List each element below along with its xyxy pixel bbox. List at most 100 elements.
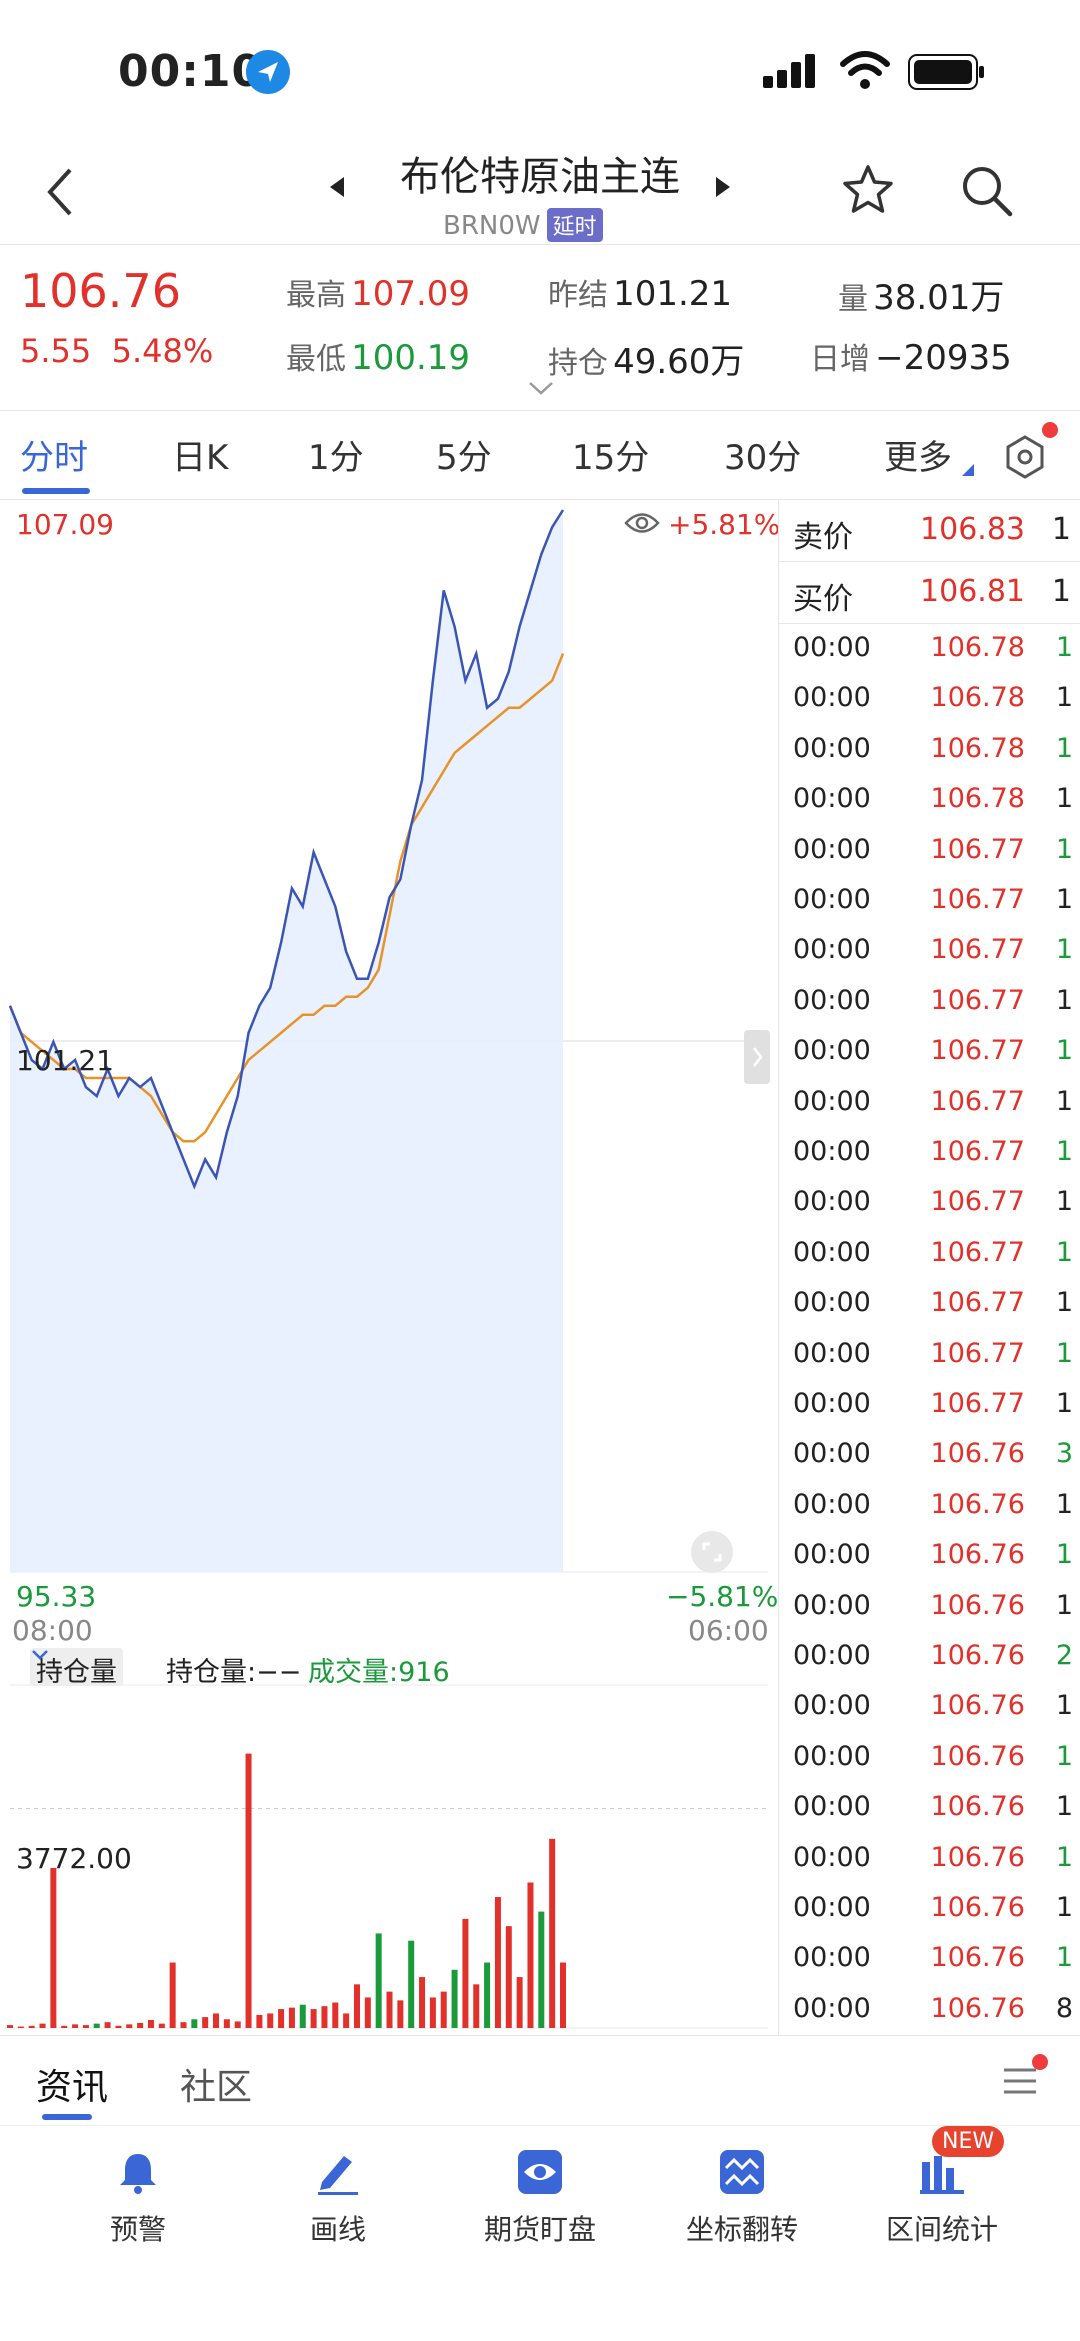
tab-daily-k[interactable]: 日K — [172, 430, 228, 479]
trade-time: 00:00 — [793, 1287, 871, 1319]
trade-row: 00:00 106.76 1 — [779, 1682, 1080, 1732]
tool-range-stats[interactable]: 区间统计 — [842, 2148, 1042, 2248]
side-panel-toggle[interactable] — [744, 1030, 770, 1084]
trade-price: 106.76 — [930, 1791, 1025, 1823]
favorite-star-icon[interactable] — [840, 162, 896, 218]
trade-volume: 8 — [1055, 1992, 1073, 2024]
tab-15min[interactable]: 15分 — [572, 430, 649, 479]
change-value: 5.55 — [20, 332, 92, 370]
volume-bar — [104, 2022, 111, 2028]
fullscreen-icon[interactable] — [690, 1530, 734, 1574]
expand-chevron-icon[interactable] — [528, 380, 554, 396]
high-label: 最高 — [286, 278, 346, 313]
time-end-label: 06:00 — [688, 1614, 769, 1647]
settings-hexagon-icon[interactable] — [1000, 432, 1050, 482]
volume-bar — [39, 2023, 46, 2028]
tool-watch[interactable]: 期货盯盘 — [440, 2148, 640, 2248]
trade-volume: 1 — [1055, 984, 1073, 1016]
tab-community[interactable]: 社区 — [180, 2058, 252, 2110]
trade-price: 106.77 — [930, 1388, 1025, 1419]
trade-volume: 1 — [1055, 1136, 1073, 1167]
settings-notice-dot — [1042, 422, 1058, 438]
tab-more[interactable]: 更多 — [884, 430, 952, 479]
prev-settle-label: 昨结 — [548, 278, 608, 313]
trade-price: 106.76 — [930, 1841, 1025, 1873]
trade-volume: 3 — [1055, 1438, 1073, 1470]
trade-time: 00:00 — [793, 1589, 871, 1621]
flip-chart-icon — [720, 2150, 764, 2194]
eye-icon[interactable] — [624, 510, 660, 536]
volume-bar — [93, 2023, 100, 2028]
volume-bar — [17, 2026, 24, 2028]
trade-time: 00:00 — [793, 1640, 871, 1671]
trade-row: 00:00 106.77 1 — [779, 1279, 1080, 1329]
trade-price: 106.77 — [930, 1186, 1025, 1218]
prev-contract-icon[interactable] — [330, 177, 344, 197]
daily-increase-label: 日增 — [810, 342, 870, 377]
trade-volume: 1 — [1055, 1035, 1073, 1067]
trade-row: 00:00 106.78 1 — [779, 674, 1080, 724]
tool-flip[interactable]: 坐标翻转 — [642, 2148, 842, 2248]
trade-price: 106.76 — [930, 1640, 1025, 1671]
ask-price: 106.83 — [920, 512, 1025, 547]
bell-icon — [120, 2154, 156, 2194]
trade-price: 106.77 — [930, 1287, 1025, 1319]
volume-bar — [82, 2025, 89, 2028]
trade-time: 00:00 — [793, 984, 871, 1016]
next-contract-icon[interactable] — [716, 177, 730, 197]
status-bar: 00:10 — [0, 0, 1080, 140]
volume-bar — [310, 2009, 317, 2028]
trade-volume: 2 — [1055, 1640, 1073, 1671]
trade-row: 00:00 106.77 1 — [779, 1027, 1080, 1077]
trade-time: 00:00 — [793, 833, 871, 865]
trade-row: 00:00 106.76 1 — [779, 1481, 1080, 1531]
trade-row: 00:00 106.77 1 — [779, 826, 1080, 876]
trade-price: 106.76 — [930, 1438, 1025, 1470]
tab-intraday[interactable]: 分时 — [20, 430, 88, 479]
page-title: 布伦特原油主连 — [400, 154, 680, 200]
tool-alert[interactable]: 预警 — [38, 2148, 238, 2248]
contract-code-text: BRN0W — [443, 211, 541, 241]
trade-volume: 1 — [1055, 833, 1073, 865]
trade-price: 106.78 — [930, 732, 1025, 764]
volume-bar — [267, 2013, 274, 2028]
tool-draw-line[interactable]: 画线 — [238, 2148, 438, 2248]
trade-time: 00:00 — [793, 884, 871, 915]
volume-bar — [50, 1867, 57, 2028]
volume-bar — [451, 1969, 458, 2028]
last-price: 106.76 — [20, 264, 181, 318]
trade-price: 106.76 — [930, 1690, 1025, 1722]
tab-news[interactable]: 资讯 — [36, 2058, 108, 2110]
bid-label: 买价 — [793, 582, 853, 617]
volume-bar — [321, 2006, 328, 2028]
tab-30min[interactable]: 30分 — [724, 430, 801, 479]
menu-icon[interactable] — [1000, 2064, 1040, 2098]
trade-time: 00:00 — [793, 1085, 871, 1117]
volume-bar — [7, 2025, 13, 2028]
volume-bar — [278, 2009, 285, 2028]
back-arrow-icon[interactable] — [40, 162, 80, 222]
wifi-icon — [840, 51, 890, 89]
intraday-chart[interactable]: 107.09 +5.81% 101.21 95.33 −5.81% 08:00 … — [0, 500, 780, 2035]
open-interest-cell: 持仓 49.60万 — [548, 334, 744, 383]
volume-readout: 成交量:916 — [308, 1657, 450, 1688]
trade-row: 00:00 106.77 1 — [779, 1078, 1080, 1128]
tab-5min[interactable]: 5分 — [436, 430, 492, 479]
tab-1min[interactable]: 1分 — [308, 430, 364, 479]
trade-volume: 1 — [1055, 632, 1073, 663]
trade-row: 00:00 106.76 1 — [779, 1934, 1080, 1984]
volume-bar — [397, 2000, 404, 2028]
trade-row: 00:00 106.77 1 — [779, 1380, 1080, 1430]
trade-time: 00:00 — [793, 1136, 871, 1167]
volume-indicator-select[interactable]: 持仓量 — [30, 1648, 123, 1688]
contract-code: BRN0W 延时 — [443, 208, 603, 242]
volume-bar — [234, 2021, 241, 2028]
tool-flip-label: 坐标翻转 — [685, 2213, 798, 2246]
trade-volume: 1 — [1055, 1942, 1073, 1974]
high-cell: 最高 107.09 — [286, 270, 470, 314]
search-icon[interactable] — [958, 162, 1014, 218]
trade-volume: 1 — [1055, 1841, 1073, 1873]
volume-bar — [213, 2013, 220, 2028]
trade-price: 106.77 — [930, 833, 1025, 865]
low-label: 最低 — [286, 342, 346, 377]
